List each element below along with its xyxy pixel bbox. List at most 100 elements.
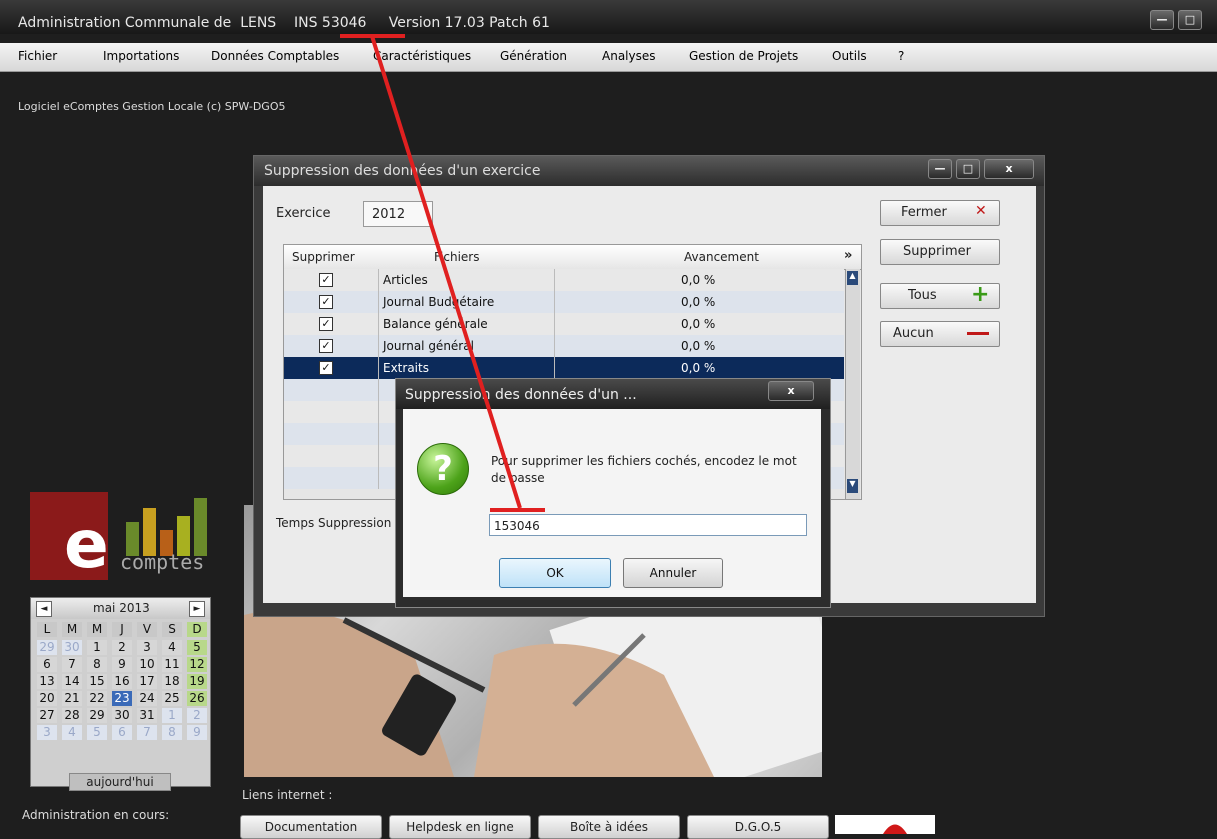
- calendar-day[interactable]: 9: [112, 657, 132, 672]
- annuler-button[interactable]: Annuler: [623, 558, 723, 588]
- calendar-next-icon[interactable]: ►: [189, 601, 205, 617]
- aucun-button[interactable]: Aucun: [880, 321, 1000, 347]
- menu-help[interactable]: ?: [898, 49, 904, 63]
- delete-checkbox[interactable]: ✓: [319, 295, 333, 309]
- delete-checkbox[interactable]: ✓: [319, 273, 333, 287]
- table-row[interactable]: ✓ Journal général 0,0 %: [284, 335, 844, 357]
- modal-title-bar: Suppression des données d'un ... x: [396, 379, 830, 409]
- calendar-day[interactable]: 22: [87, 691, 107, 706]
- calendar-day[interactable]: 4: [62, 725, 82, 740]
- calendar-day[interactable]: 11: [162, 657, 182, 672]
- documentation-button[interactable]: Documentation: [240, 815, 382, 839]
- calendar-weekday: V: [137, 622, 157, 637]
- delete-checkbox[interactable]: ✓: [319, 317, 333, 331]
- modal-message: Pour supprimer les fichiers cochés, enco…: [491, 454, 797, 485]
- calendar-day[interactable]: 5: [87, 725, 107, 740]
- calendar-day[interactable]: 20: [37, 691, 57, 706]
- calendar-day[interactable]: 26: [187, 691, 207, 706]
- calendar-day[interactable]: 2: [187, 708, 207, 723]
- dialog-maximize-icon[interactable]: □: [956, 159, 980, 179]
- col-avancement[interactable]: Avancement: [684, 250, 759, 264]
- menu-importations[interactable]: Importations: [103, 49, 179, 63]
- column-divider: [378, 401, 379, 423]
- column-divider: [378, 291, 379, 313]
- column-divider: [378, 269, 379, 291]
- password-input[interactable]: 153046: [489, 514, 807, 536]
- calendar-day[interactable]: 27: [37, 708, 57, 723]
- column-divider: [554, 291, 555, 313]
- delete-checkbox[interactable]: ✓: [319, 339, 333, 353]
- calendar-day[interactable]: 1: [162, 708, 182, 723]
- calendar-prev-icon[interactable]: ◄: [36, 601, 52, 617]
- col-supprimer[interactable]: Supprimer: [292, 250, 355, 264]
- calendar-day[interactable]: 14: [62, 674, 82, 689]
- calendar-day[interactable]: 7: [137, 725, 157, 740]
- fermer-button[interactable]: Fermer ✕: [880, 200, 1000, 226]
- calendar-day[interactable]: 1: [87, 640, 107, 655]
- modal-close-icon[interactable]: x: [768, 381, 814, 401]
- menu-fichier[interactable]: Fichier: [18, 49, 57, 63]
- column-chooser-icon[interactable]: »: [844, 248, 852, 263]
- calendar-day[interactable]: 8: [87, 657, 107, 672]
- menu-donnees-comptables[interactable]: Données Comptables: [211, 49, 339, 63]
- calendar-day[interactable]: 24: [137, 691, 157, 706]
- logo-bar: [194, 498, 207, 556]
- grid-scrollbar[interactable]: ▲ ▼: [845, 269, 860, 499]
- idea-box-button[interactable]: Boîte à idées: [538, 815, 680, 839]
- table-row[interactable]: ✓ Extraits 0,0 %: [284, 357, 844, 379]
- calendar-day[interactable]: 17: [137, 674, 157, 689]
- dgo5-button[interactable]: D.G.O.5: [687, 815, 829, 839]
- menu-gestion-de-projets[interactable]: Gestion de Projets: [689, 49, 798, 63]
- calendar-day[interactable]: 5: [187, 640, 207, 655]
- calendar-day[interactable]: 3: [137, 640, 157, 655]
- logo-word: comptes: [120, 550, 205, 574]
- calendar-month: mai 2013: [93, 601, 150, 615]
- calendar-day[interactable]: 8: [162, 725, 182, 740]
- calendar-day[interactable]: 29: [37, 640, 57, 655]
- calendar-day[interactable]: 30: [112, 708, 132, 723]
- calendar-day[interactable]: 6: [112, 725, 132, 740]
- calendar-day[interactable]: 29: [87, 708, 107, 723]
- table-row[interactable]: ✓ Balance générale 0,0 %: [284, 313, 844, 335]
- calendar-day[interactable]: 18: [162, 674, 182, 689]
- supprimer-button[interactable]: Supprimer: [880, 239, 1000, 265]
- col-fichiers[interactable]: Fichiers: [434, 250, 479, 264]
- scroll-down-icon[interactable]: ▼: [847, 479, 858, 493]
- tous-button[interactable]: Tous +: [880, 282, 1000, 309]
- minimize-icon[interactable]: —: [1150, 10, 1174, 30]
- ok-button[interactable]: OK: [499, 558, 611, 588]
- calendar-day[interactable]: 3: [37, 725, 57, 740]
- today-button[interactable]: aujourd'hui: [69, 773, 171, 791]
- table-row[interactable]: ✓ Articles 0,0 %: [284, 269, 844, 291]
- calendar-day[interactable]: 12: [187, 657, 207, 672]
- calendar-day[interactable]: 30: [62, 640, 82, 655]
- menu-analyses[interactable]: Analyses: [602, 49, 656, 63]
- calendar-day[interactable]: 25: [162, 691, 182, 706]
- scroll-up-icon[interactable]: ▲: [847, 271, 858, 285]
- helpdesk-button[interactable]: Helpdesk en ligne: [389, 815, 531, 839]
- calendar-day[interactable]: 16: [112, 674, 132, 689]
- calendar-day[interactable]: 4: [162, 640, 182, 655]
- calendar-day[interactable]: 19: [187, 674, 207, 689]
- dialog-close-icon[interactable]: x: [984, 159, 1034, 179]
- maximize-icon[interactable]: □: [1178, 10, 1202, 30]
- column-divider: [378, 445, 379, 467]
- delete-checkbox[interactable]: ✓: [319, 361, 333, 375]
- menu-caracteristiques[interactable]: Caractéristiques: [373, 49, 471, 63]
- calendar-day[interactable]: 23: [112, 691, 132, 706]
- calendar-day[interactable]: 6: [37, 657, 57, 672]
- calendar-day[interactable]: 13: [37, 674, 57, 689]
- calendar-day[interactable]: 28: [62, 708, 82, 723]
- calendar-day[interactable]: 7: [62, 657, 82, 672]
- calendar-day[interactable]: 21: [62, 691, 82, 706]
- menu-outils[interactable]: Outils: [832, 49, 867, 63]
- dialog-minimize-icon[interactable]: —: [928, 159, 952, 179]
- menu-generation[interactable]: Génération: [500, 49, 567, 63]
- calendar-day[interactable]: 31: [137, 708, 157, 723]
- table-row[interactable]: ✓ Journal Budgétaire 0,0 %: [284, 291, 844, 313]
- calendar-day[interactable]: 10: [137, 657, 157, 672]
- calendar-day[interactable]: 15: [87, 674, 107, 689]
- calendar-day[interactable]: 9: [187, 725, 207, 740]
- calendar-day[interactable]: 2: [112, 640, 132, 655]
- exercice-select[interactable]: 2012: [363, 201, 433, 227]
